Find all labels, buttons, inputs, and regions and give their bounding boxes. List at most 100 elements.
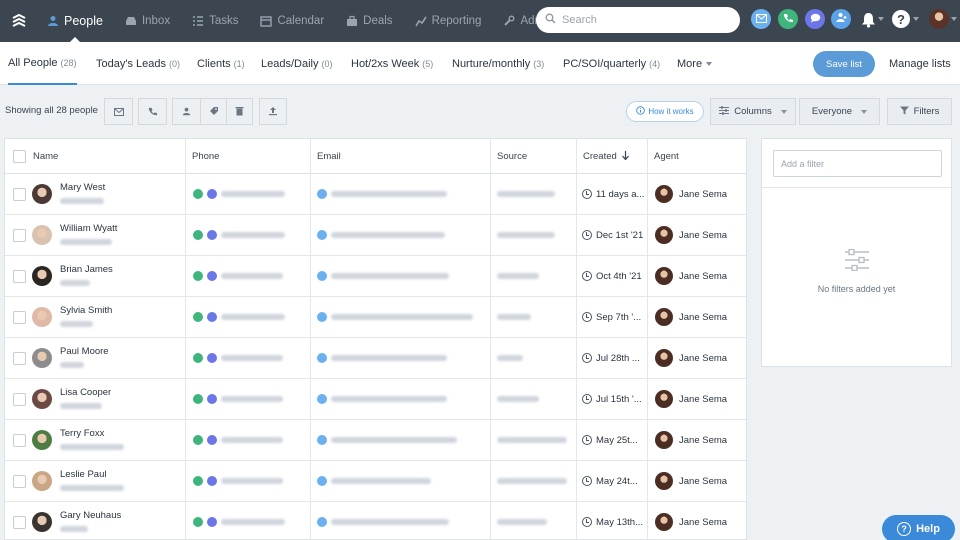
app-logo-icon[interactable] xyxy=(2,0,36,42)
chat-bubble-icon[interactable] xyxy=(207,394,217,404)
table-row[interactable]: Gary Neuhaus May 13th... Jane Sema xyxy=(5,502,746,539)
select-all-checkbox[interactable] xyxy=(13,150,26,163)
tab-hot-2xs-week[interactable]: Hot/2xs Week (5) xyxy=(351,42,433,85)
chat-bubble-icon[interactable] xyxy=(207,353,217,363)
phone-icon[interactable] xyxy=(193,271,203,281)
row-checkbox[interactable] xyxy=(13,516,26,529)
help-button[interactable]: ? Help xyxy=(882,515,955,540)
table-row[interactable]: Terry Foxx May 25t... Jane Sema xyxy=(5,420,746,461)
person-name[interactable]: Brian James xyxy=(60,264,113,275)
row-checkbox[interactable] xyxy=(13,188,26,201)
table-row[interactable]: Lisa Cooper Jul 15th '... Jane Sema xyxy=(5,379,746,420)
manage-lists-link[interactable]: Manage lists xyxy=(889,58,951,70)
chevron-down-icon[interactable] xyxy=(913,17,919,21)
assign-agent-button[interactable] xyxy=(172,98,201,125)
export-button[interactable] xyxy=(259,98,287,125)
person-name[interactable]: Sylvia Smith xyxy=(60,305,112,316)
nav-reporting[interactable]: Reporting xyxy=(404,0,493,42)
tab-todays-leads[interactable]: Today's Leads (0) xyxy=(96,42,180,85)
person-name[interactable]: Mary West xyxy=(60,182,105,193)
row-checkbox[interactable] xyxy=(13,229,26,242)
chat-bubble-icon[interactable] xyxy=(207,271,217,281)
email-button[interactable] xyxy=(751,9,771,29)
column-header-name[interactable]: Name xyxy=(33,139,58,174)
row-checkbox[interactable] xyxy=(13,352,26,365)
chat-bubble-icon[interactable] xyxy=(207,230,217,240)
bulk-call-button[interactable] xyxy=(138,98,167,125)
notifications-bell-icon[interactable] xyxy=(858,10,878,30)
envelope-icon[interactable] xyxy=(317,435,327,445)
envelope-icon[interactable] xyxy=(317,353,327,363)
envelope-icon[interactable] xyxy=(317,189,327,199)
table-row[interactable]: Leslie Paul May 24t... Jane Sema xyxy=(5,461,746,502)
save-list-button[interactable]: Save list xyxy=(813,51,875,77)
chat-bubble-icon[interactable] xyxy=(207,517,217,527)
chat-bubble-icon[interactable] xyxy=(207,312,217,322)
column-header-phone[interactable]: Phone xyxy=(192,139,219,174)
phone-icon[interactable] xyxy=(193,476,203,486)
global-search[interactable] xyxy=(536,7,740,33)
phone-icon[interactable] xyxy=(193,353,203,363)
add-person-button[interactable] xyxy=(831,9,851,29)
tab-all-people[interactable]: All People (28) xyxy=(8,42,77,85)
row-checkbox[interactable] xyxy=(13,434,26,447)
chevron-down-icon[interactable] xyxy=(878,17,884,21)
person-name[interactable]: Lisa Cooper xyxy=(60,387,111,398)
call-button[interactable] xyxy=(778,9,798,29)
table-row[interactable]: Paul Moore Jul 28th ... Jane Sema xyxy=(5,338,746,379)
envelope-icon[interactable] xyxy=(317,394,327,404)
column-header-created[interactable]: Created xyxy=(583,139,629,174)
how-it-works-button[interactable]: How it works xyxy=(626,101,704,122)
envelope-icon[interactable] xyxy=(317,312,327,322)
tab-clients[interactable]: Clients (1) xyxy=(197,42,245,85)
phone-icon[interactable] xyxy=(193,517,203,527)
add-filter-input[interactable]: Add a filter xyxy=(773,150,942,177)
bulk-email-button[interactable] xyxy=(104,98,133,125)
person-name[interactable]: Terry Foxx xyxy=(60,428,104,439)
phone-icon[interactable] xyxy=(193,230,203,240)
phone-icon[interactable] xyxy=(193,394,203,404)
envelope-icon[interactable] xyxy=(317,271,327,281)
tab-nurture-monthly[interactable]: Nurture/monthly (3) xyxy=(452,42,544,85)
phone-icon[interactable] xyxy=(193,189,203,199)
column-header-email[interactable]: Email xyxy=(317,139,341,174)
row-checkbox[interactable] xyxy=(13,475,26,488)
tab-more[interactable]: More xyxy=(677,42,713,85)
phone-icon[interactable] xyxy=(193,312,203,322)
table-row[interactable]: Mary West 11 days a... Jane Sema xyxy=(5,174,746,215)
person-name[interactable]: Leslie Paul xyxy=(60,469,106,480)
tab-pc-soi-quarterly[interactable]: PC/SOI/quarterly (4) xyxy=(563,42,660,85)
envelope-icon[interactable] xyxy=(317,517,327,527)
person-name[interactable]: William Wyatt xyxy=(60,223,117,234)
help-question-icon[interactable]: ? xyxy=(892,10,910,28)
row-checkbox[interactable] xyxy=(13,270,26,283)
envelope-icon[interactable] xyxy=(317,230,327,240)
table-row[interactable]: Brian James Oct 4th '21 Jane Sema xyxy=(5,256,746,297)
nav-deals[interactable]: Deals xyxy=(335,0,403,42)
filters-button[interactable]: Filters xyxy=(887,98,952,125)
chat-bubble-icon[interactable] xyxy=(207,435,217,445)
column-header-source[interactable]: Source xyxy=(497,139,527,174)
search-input[interactable] xyxy=(562,14,722,26)
chevron-down-icon[interactable] xyxy=(951,17,957,21)
phone-icon[interactable] xyxy=(193,435,203,445)
columns-dropdown[interactable]: Columns xyxy=(710,98,796,125)
agent-scope-dropdown[interactable]: Everyone xyxy=(799,98,880,125)
text-message-button[interactable] xyxy=(805,9,825,29)
delete-button[interactable] xyxy=(226,98,253,125)
column-header-agent[interactable]: Agent xyxy=(654,139,679,174)
nav-tasks[interactable]: Tasks xyxy=(181,0,249,42)
envelope-icon[interactable] xyxy=(317,476,327,486)
chat-bubble-icon[interactable] xyxy=(207,476,217,486)
chat-bubble-icon[interactable] xyxy=(207,189,217,199)
row-checkbox[interactable] xyxy=(13,311,26,324)
table-row[interactable]: William Wyatt Dec 1st '21 Jane Sema xyxy=(5,215,746,256)
table-row[interactable]: Sylvia Smith Sep 7th '... Jane Sema xyxy=(5,297,746,338)
tab-leads-daily[interactable]: Leads/Daily (0) xyxy=(261,42,332,85)
nav-inbox[interactable]: Inbox xyxy=(114,0,181,42)
row-checkbox[interactable] xyxy=(13,393,26,406)
person-name[interactable]: Gary Neuhaus xyxy=(60,510,121,521)
tag-button[interactable] xyxy=(200,98,227,125)
person-name[interactable]: Paul Moore xyxy=(60,346,109,357)
nav-calendar[interactable]: Calendar xyxy=(249,0,335,42)
